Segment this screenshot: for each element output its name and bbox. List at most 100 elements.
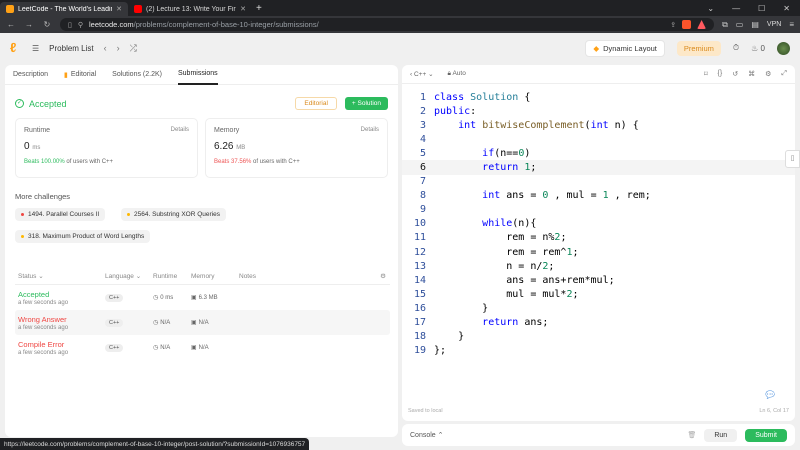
runtime-beats: Beats 100.00% [24, 159, 65, 165]
shuffle-icon[interactable]: ⤮ [130, 43, 137, 54]
code-text: rem = n%2; [434, 232, 567, 244]
brave-rewards-icon[interactable] [697, 20, 707, 29]
dynamic-layout-button[interactable]: ◆ Dynamic Layout [585, 39, 665, 57]
status-filter[interactable]: Status ⌄ [15, 272, 105, 280]
streak-counter[interactable]: ♨ 0 [751, 44, 765, 53]
tab-description[interactable]: Description [13, 65, 48, 85]
memory-details-link[interactable]: Details [361, 127, 379, 134]
chevron-down-icon[interactable]: ⌄ [707, 4, 714, 13]
code-text: class Solution { [434, 91, 531, 103]
auto-mode[interactable]: 🔒︎ Auto [448, 70, 466, 78]
fullscreen-icon[interactable]: ⤢ [781, 70, 787, 78]
run-button[interactable]: Run [704, 428, 738, 442]
leetcode-logo-icon[interactable]: ℓ [10, 41, 22, 55]
prev-problem-icon[interactable]: ‹ [104, 43, 107, 53]
wallet-icon[interactable]: ▤ [751, 20, 759, 29]
settings-gear-icon[interactable]: ⚙ [380, 272, 390, 280]
tab-editorial[interactable]: ▮ Editorial [64, 65, 96, 85]
leetcode-favicon-icon [6, 5, 14, 13]
status-bar-url: https://leetcode.com/problems/complement… [0, 438, 310, 450]
tab-solutions[interactable]: Solutions (2.2K) [112, 65, 162, 85]
next-problem-icon[interactable]: › [117, 43, 120, 53]
line-number: 4 [419, 133, 426, 145]
avatar[interactable] [777, 41, 790, 55]
bookmark-icon[interactable]: ▯ [68, 21, 72, 29]
chevron-down-icon: ⌄ [135, 273, 142, 280]
new-tab-button[interactable]: + [256, 3, 262, 14]
row-time: a few seconds ago [18, 349, 69, 356]
code-area[interactable]: 1 class Solution { 2 public: 3 int bitwise… [402, 90, 795, 358]
problem-list-link[interactable]: Problem List [49, 44, 93, 53]
shortcut-icon[interactable]: ⌘ [748, 70, 755, 78]
left-tabs: Description ▮ Editorial Solutions (2.2K) … [5, 65, 398, 85]
challenge-chip[interactable]: 318. Maximum Product of Word Lengths [15, 230, 151, 243]
browser-tab-leetcode[interactable]: LeetCode - The World's Leading ✕ [0, 2, 128, 16]
line-number: 6 [419, 162, 426, 174]
browser-toolbar: ← → ↻ ▯ ⚲ leetcode.com/problems/compleme… [0, 16, 800, 33]
trash-icon[interactable]: 🗑︎ [687, 431, 696, 439]
line-number: 10 [413, 218, 426, 230]
vpn-button[interactable]: VPN [767, 21, 781, 28]
reload-icon[interactable]: ↻ [42, 20, 52, 29]
runtime-details-link[interactable]: Details [171, 127, 189, 134]
code-line: 2 public: [402, 104, 795, 118]
timer-icon[interactable]: ⏱ [733, 43, 739, 53]
console-bar: Console ⌃ 🗑︎ Run Submit [402, 424, 795, 446]
side-panel-handle-icon[interactable]: ▯ [785, 150, 800, 168]
list-icon[interactable]: ☰ [32, 44, 39, 53]
runtime-beats-text: of users with C++ [66, 159, 114, 165]
maximize-icon[interactable]: ☐ [758, 4, 765, 13]
address-bar[interactable]: ▯ ⚲ leetcode.com/problems/complement-of-… [60, 18, 715, 31]
chip-icon: ▣ [191, 320, 197, 326]
brave-shield-icon[interactable] [682, 20, 692, 29]
share-icon[interactable]: ⇪ [670, 21, 676, 29]
forward-icon[interactable]: → [24, 20, 34, 29]
braces-icon[interactable]: {} [718, 70, 723, 78]
table-row[interactable]: Wrong Answer a few seconds ago C++ ◷ N/A ▣… [15, 310, 390, 335]
challenge-chip[interactable]: 1494. Parallel Courses II [15, 208, 106, 221]
premium-button[interactable]: Premium [676, 40, 721, 56]
sidebar-icon[interactable]: ▭ [736, 20, 744, 29]
tab-title: LeetCode - The World's Leading [18, 5, 113, 13]
back-icon[interactable]: ← [6, 20, 16, 29]
extensions-icon[interactable]: ⧉ [722, 20, 728, 30]
challenge-chip[interactable]: 2564. Substring XOR Queries [121, 208, 226, 221]
chip-icon: ▣ [191, 295, 197, 301]
memory-card[interactable]: Memory Details 6.26 MB Beats 37.56% of us… [205, 118, 388, 178]
chat-icon[interactable]: 💬︎ [763, 389, 777, 403]
browser-tab-youtube[interactable]: (2) Lecture 13: Write Your First Progra … [128, 2, 252, 16]
bookmark-icon[interactable]: ⌑ [704, 70, 708, 78]
language-filter[interactable]: Language ⌄ [105, 272, 153, 280]
line-number: 2 [419, 105, 426, 117]
submit-button[interactable]: Submit [745, 428, 787, 442]
line-number: 11 [413, 232, 426, 244]
close-window-icon[interactable]: ✕ [783, 4, 790, 13]
close-icon[interactable]: ✕ [240, 5, 246, 13]
tab-label: Description [13, 71, 49, 78]
hard-dot-icon [21, 213, 24, 216]
minimize-icon[interactable]: — [732, 4, 740, 13]
menu-icon[interactable]: ≡ [789, 20, 794, 29]
table-row[interactable]: Accepted a few seconds ago C++ ◷ 0 ms ▣ 6.3… [15, 285, 390, 310]
chevron-up-icon: ⌃ [437, 432, 444, 439]
line-number: 8 [419, 190, 426, 202]
line-number: 12 [413, 246, 426, 258]
tab-submissions[interactable]: Submissions [177, 65, 218, 85]
line-number: 9 [419, 204, 426, 216]
settings-icon[interactable]: ⚙ [765, 70, 771, 78]
code-line: 11 rem = n%2; [402, 231, 795, 245]
code-line: 9 [402, 203, 795, 217]
code-text: int bitwiseComplement(int n) { [458, 119, 639, 131]
code-line: 17 return ans; [402, 316, 795, 330]
post-solution-button[interactable]: + Solution [344, 97, 388, 110]
close-icon[interactable]: ✕ [116, 5, 122, 13]
console-toggle[interactable]: Console ⌃ [410, 431, 444, 439]
reset-icon[interactable]: ↺ [732, 70, 738, 78]
code-editor-panel: ‹ C++ ⌄ 🔒︎ Auto ⌑ {} ↺ ⌘ ⚙ ⤢ 1 class Solu… [402, 65, 795, 421]
line-number: 3 [419, 119, 426, 131]
table-row[interactable]: Compile Error a few seconds ago C++ ◷ N/A … [15, 335, 390, 360]
status-text: Accepted [29, 98, 67, 109]
runtime-card[interactable]: Runtime Details 0 ms Beats 100.00% of use… [15, 118, 198, 178]
editorial-button[interactable]: Editorial [295, 97, 337, 110]
language-select[interactable]: ‹ C++ ⌄ [410, 70, 434, 78]
